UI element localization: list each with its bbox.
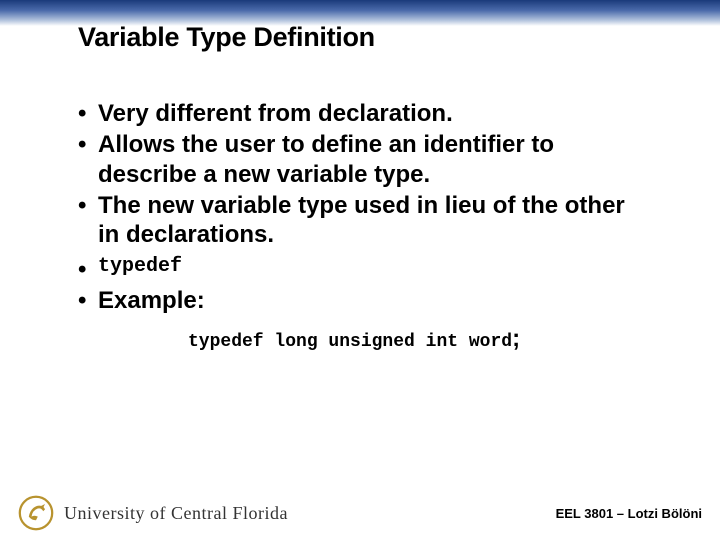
example-code-line: typedef long unsigned int word; [188, 325, 650, 353]
slide-content: Variable Type Definition Very different … [0, 0, 720, 353]
bullet-item: Example: [78, 286, 650, 315]
course-tag: EEL 3801 – Lotzi Bölöni [556, 506, 702, 521]
code-text: typedef long unsigned int word [188, 332, 512, 352]
university-name: University of Central Florida [64, 503, 288, 524]
footer: University of Central Florida EEL 3801 –… [0, 492, 720, 540]
pegasus-icon [18, 495, 54, 531]
bullet-item: Allows the user to define an identifier … [78, 130, 650, 189]
bullet-item: The new variable type used in lieu of th… [78, 191, 650, 250]
bullet-item: Very different from declaration. [78, 99, 650, 128]
university-logo-block: University of Central Florida [18, 495, 288, 531]
slide-title: Variable Type Definition [78, 22, 650, 53]
bullet-list: Very different from declaration. Allows … [78, 99, 650, 315]
bullet-item-code: typedef [78, 255, 650, 279]
code-semicolon: ; [512, 325, 520, 352]
